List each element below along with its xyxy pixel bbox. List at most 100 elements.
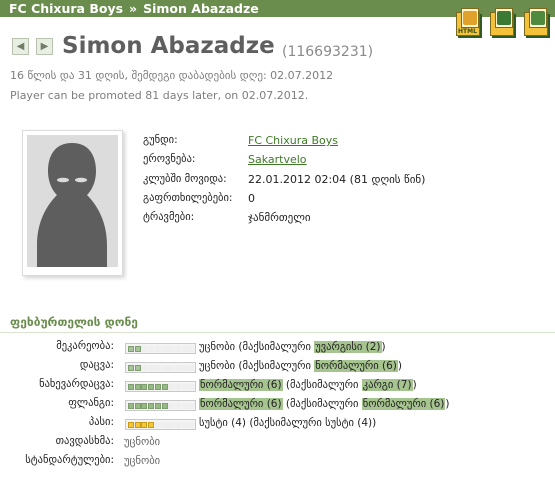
skill-suffix: ) — [412, 379, 417, 391]
skill-label: დაცვა: — [79, 359, 114, 371]
skill-bar-segment — [188, 346, 195, 352]
player-promotion-line: Player can be promoted 81 days later, on… — [10, 89, 309, 102]
skill-current-value: ნორმალური (6) — [199, 379, 283, 391]
skill-value-text: უცნობი — [124, 455, 161, 467]
skill-bar-segment — [128, 384, 134, 390]
skill-bar-segment — [154, 365, 161, 371]
avatar-silhouette-icon — [37, 143, 107, 267]
skill-label: ნახევარდაცვა: — [39, 378, 114, 390]
details-value: 0 — [248, 192, 255, 205]
skill-bar-segment — [181, 346, 188, 352]
skill-max-value: ნორმალური (6) — [361, 398, 446, 410]
skill-bar-segment — [148, 403, 155, 409]
skill-bar-segment — [181, 422, 188, 428]
details-key: ეროვნება: — [143, 153, 196, 165]
previous-player-button[interactable]: ◀ — [12, 38, 29, 55]
skill-value-text: უცნობი (მაქსიმალური უვარგისი (2)) — [199, 341, 386, 353]
skill-bar-segment — [141, 346, 148, 352]
skill-bar — [125, 362, 196, 373]
details-key: გაფრთხილებები: — [143, 192, 233, 204]
skill-row: პასი: სუსტი (4) (მაქსიმალური სუსტი (4)) — [0, 416, 555, 434]
skill-suffix: ) — [397, 360, 402, 372]
skill-bar-segment — [174, 365, 181, 371]
skill-bar-segment — [188, 384, 195, 390]
skill-bar-segment — [161, 346, 168, 352]
skill-max-value: უვარგისი (2) — [314, 341, 382, 353]
skill-bar-segment — [174, 422, 181, 428]
skill-label: სტანდარტულები: — [25, 454, 114, 466]
player-age-line: 16 წლის და 31 დღის, შემდეგი დაბადების დღ… — [10, 69, 334, 82]
skill-mid: (მაქსიმალური — [282, 398, 362, 410]
skill-bar-segment — [128, 346, 134, 352]
skill-bar-segment — [161, 422, 168, 428]
details-key: გუნდი: — [143, 134, 178, 146]
breadcrumb-club-link[interactable]: FC Chixura Boys — [9, 1, 123, 16]
skill-value-text: ნორმალური (6) (მაქსიმალური კარგი (7)) — [199, 379, 417, 391]
details-value: 22.01.2012 02:04 (81 დღის წინ) — [248, 173, 426, 186]
skill-bar-segment — [154, 422, 161, 428]
skill-bar-segment — [174, 403, 181, 409]
skill-bar-segment — [168, 384, 175, 390]
html-export-icon[interactable]: HTML — [453, 8, 483, 38]
breadcrumb-separator: » — [129, 1, 138, 16]
skill-bar-segment — [161, 384, 168, 390]
skill-row: დაცვა: უცნობი (მაქსიმალური ნორმალური (6)… — [0, 359, 555, 377]
skill-bar-segment — [134, 403, 141, 409]
skill-bar-segment — [188, 422, 195, 428]
skill-bar-segment — [168, 403, 175, 409]
skill-bar-segment — [148, 384, 155, 390]
skill-value-text: სუსტი (4) (მაქსიმალური სუსტი (4)) — [199, 417, 376, 429]
skill-mid: (მაქსიმალური — [245, 417, 326, 429]
skill-bar-segment — [134, 422, 141, 428]
skill-bar-segment — [134, 384, 141, 390]
skill-bar-segment — [168, 365, 175, 371]
player-avatar-card — [22, 130, 123, 276]
skill-bar-segment — [141, 365, 148, 371]
skill-label: ფლანგი: — [68, 397, 114, 409]
player-id: (116693231) — [282, 44, 374, 60]
player-name: Simon Abazadze — [62, 33, 275, 59]
export-toolbar: HTML — [453, 8, 551, 38]
skill-bar-segment — [134, 365, 141, 371]
skill-bar-segment — [181, 365, 188, 371]
skill-bar-segment — [141, 422, 148, 428]
skill-bar-segment — [141, 403, 148, 409]
skill-label: პასი: — [88, 416, 114, 428]
skill-bar — [125, 381, 196, 392]
skill-suffix: ) — [381, 341, 386, 353]
next-player-button[interactable]: ▶ — [36, 38, 53, 55]
skill-max-value: სუსტი (4) — [325, 417, 373, 429]
skill-suffix: ) — [372, 417, 377, 429]
skill-suffix: ) — [445, 398, 450, 410]
nationality-link[interactable]: Sakartvelo — [248, 153, 307, 166]
print-icon[interactable] — [487, 8, 517, 38]
section-divider — [0, 332, 555, 333]
breadcrumb-player: Simon Abazadze — [143, 1, 259, 16]
skill-bar — [125, 419, 196, 430]
skill-bar-segment — [154, 384, 161, 390]
details-key: ტრავმები: — [143, 211, 195, 223]
skill-bar — [125, 343, 196, 354]
skill-prefix: უცნობი (მაქსიმალური — [199, 360, 315, 372]
skill-bar-segment — [148, 365, 155, 371]
skill-bar-segment — [128, 403, 134, 409]
skill-bar-segment — [154, 346, 161, 352]
details-key: კლუბში მოვიდა: — [143, 173, 227, 185]
skill-bar-segment — [161, 403, 168, 409]
skill-bar-segment — [188, 403, 195, 409]
skill-bar-segment — [141, 384, 148, 390]
skill-value-text: უცნობი — [124, 436, 161, 448]
skill-max-value: კარგი (7) — [361, 379, 413, 391]
skill-current-value: ნორმალური (6) — [199, 398, 283, 410]
skill-bar-segment — [181, 403, 188, 409]
team-link[interactable]: FC Chixura Boys — [248, 134, 338, 147]
skill-bar-segment — [148, 346, 155, 352]
html-export-label: HTML — [458, 28, 477, 35]
skill-label: მეკარეობა: — [56, 340, 114, 352]
skill-value-text: უცნობი (მაქსიმალური ნორმალური (6)) — [199, 360, 402, 372]
skill-bar-segment — [134, 346, 141, 352]
breadcrumb: FC Chixura Boys » Simon Abazadze — [9, 0, 259, 17]
skill-bar-segment — [154, 403, 161, 409]
export-icon[interactable] — [521, 8, 551, 38]
skill-row: მეკარეობა: უცნობი (მაქსიმალური უვარგისი … — [0, 340, 555, 358]
